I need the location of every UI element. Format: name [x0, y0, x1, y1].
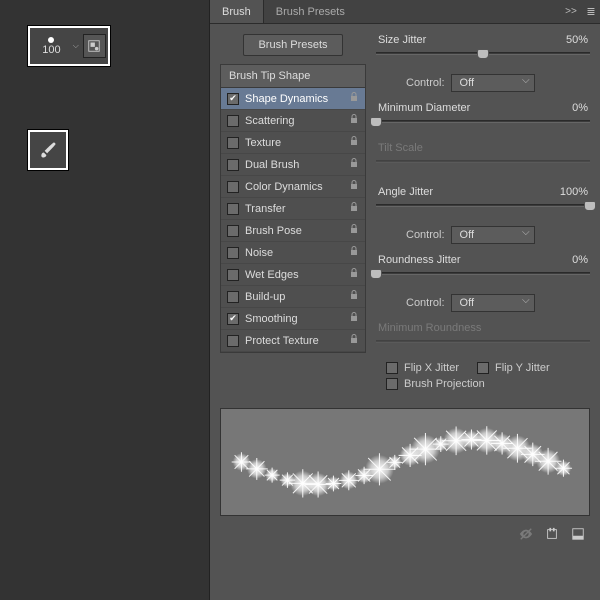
- lock-icon[interactable]: [347, 224, 361, 237]
- toggle-brush-panel-icon[interactable]: [83, 34, 106, 58]
- angle-control-row: Control: Off: [406, 226, 590, 244]
- min-diameter-value[interactable]: 0%: [572, 102, 588, 114]
- size-jitter-label: Size Jitter: [378, 34, 426, 46]
- min-roundness-label: Minimum Roundness: [378, 322, 481, 334]
- min-diameter-label: Minimum Diameter: [378, 102, 470, 114]
- brush-presets-button[interactable]: Brush Presets: [243, 34, 342, 56]
- lock-icon[interactable]: [347, 246, 361, 259]
- lock-icon[interactable]: [347, 158, 361, 171]
- brush-size-label: 100: [42, 44, 60, 56]
- lock-icon[interactable]: [347, 114, 361, 127]
- angle-jitter-label: Angle Jitter: [378, 186, 433, 198]
- option-protect-texture[interactable]: Protect Texture: [221, 330, 365, 352]
- chevron-down-icon: ⌵: [71, 41, 81, 51]
- option-scattering[interactable]: Scattering: [221, 110, 365, 132]
- brush-preview: 100: [32, 30, 71, 62]
- checkbox[interactable]: [227, 335, 239, 347]
- checkbox[interactable]: [227, 137, 239, 149]
- panel-footer: [210, 522, 600, 550]
- panel-tabbar: Brush Brush Presets >> ≣: [210, 0, 600, 24]
- panel-menu-icon[interactable]: ≣: [582, 0, 600, 23]
- angle-jitter-slider[interactable]: [376, 202, 590, 216]
- lock-icon[interactable]: [347, 268, 361, 281]
- roundness-control-row: Control: Off: [406, 294, 590, 312]
- collapse-icon[interactable]: >>: [560, 0, 582, 23]
- option-build-up[interactable]: Build-up: [221, 286, 365, 308]
- checkbox[interactable]: [227, 269, 239, 281]
- roundness-jitter-label: Roundness Jitter: [378, 254, 461, 266]
- lock-icon[interactable]: [347, 290, 361, 303]
- brush-options-list: Brush Tip Shape Shape DynamicsScattering…: [220, 64, 366, 353]
- checkbox[interactable]: [227, 181, 239, 193]
- roundness-jitter-slider[interactable]: [376, 270, 590, 284]
- option-dual-brush[interactable]: Dual Brush: [221, 154, 365, 176]
- angle-jitter-group: Angle Jitter 100%: [376, 186, 590, 216]
- checkbox[interactable]: [227, 115, 239, 127]
- min-diameter-slider[interactable]: [376, 118, 590, 132]
- dock-icon[interactable]: [570, 526, 586, 542]
- flip-x-jitter-checkbox[interactable]: Flip X Jitter: [386, 362, 459, 374]
- size-jitter-slider[interactable]: [376, 50, 590, 64]
- checkbox[interactable]: [227, 225, 239, 237]
- size-control-row: Control: Off: [406, 74, 590, 92]
- checkbox[interactable]: [227, 93, 239, 105]
- brush-tool-button[interactable]: [28, 130, 68, 170]
- new-preset-icon[interactable]: [544, 526, 560, 542]
- tab-brush[interactable]: Brush: [210, 0, 264, 23]
- option-brush-pose[interactable]: Brush Pose: [221, 220, 365, 242]
- checkbox[interactable]: [227, 313, 239, 325]
- checkbox[interactable]: [227, 203, 239, 215]
- size-jitter-value[interactable]: 50%: [566, 34, 588, 46]
- checkbox[interactable]: [227, 291, 239, 303]
- option-noise[interactable]: Noise: [221, 242, 365, 264]
- lock-icon[interactable]: [347, 202, 361, 215]
- option-color-dynamics[interactable]: Color Dynamics: [221, 176, 365, 198]
- checkbox[interactable]: [227, 159, 239, 171]
- lock-icon[interactable]: [347, 92, 361, 105]
- roundness-jitter-group: Roundness Jitter 0%: [376, 254, 590, 284]
- option-shape-dynamics[interactable]: Shape Dynamics: [221, 88, 365, 110]
- size-jitter-group: Size Jitter 50%: [376, 34, 590, 64]
- toggle-preview-icon[interactable]: [518, 526, 534, 542]
- lock-icon[interactable]: [347, 180, 361, 193]
- tab-brush-presets[interactable]: Brush Presets: [264, 0, 357, 23]
- roundness-control-select[interactable]: Off: [451, 294, 535, 312]
- option-smoothing[interactable]: Smoothing: [221, 308, 365, 330]
- angle-jitter-value[interactable]: 100%: [560, 186, 588, 198]
- option-texture[interactable]: Texture: [221, 132, 365, 154]
- tilt-scale-slider: [376, 158, 590, 172]
- flip-y-jitter-checkbox[interactable]: Flip Y Jitter: [477, 362, 550, 374]
- brush-preset-picker[interactable]: 100 ⌵: [28, 26, 110, 66]
- lock-icon[interactable]: [347, 334, 361, 347]
- angle-control-select[interactable]: Off: [451, 226, 535, 244]
- brush-stroke-preview: [220, 408, 590, 516]
- lock-icon[interactable]: [347, 312, 361, 325]
- option-transfer[interactable]: Transfer: [221, 198, 365, 220]
- brush-tip-shape-header[interactable]: Brush Tip Shape: [221, 65, 365, 88]
- brush-projection-checkbox[interactable]: Brush Projection: [386, 378, 485, 390]
- tilt-scale-label: Tilt Scale: [378, 142, 423, 154]
- roundness-jitter-value[interactable]: 0%: [572, 254, 588, 266]
- brush-panel: Brush Brush Presets >> ≣ Brush Presets B…: [210, 0, 600, 600]
- min-roundness-slider: [376, 338, 590, 352]
- option-wet-edges[interactable]: Wet Edges: [221, 264, 365, 286]
- min-roundness-group: Minimum Roundness: [376, 322, 590, 352]
- size-control-select[interactable]: Off: [451, 74, 535, 92]
- min-diameter-group: Minimum Diameter 0%: [376, 102, 590, 132]
- checkbox[interactable]: [227, 247, 239, 259]
- tilt-scale-group: Tilt Scale: [376, 142, 590, 172]
- lock-icon[interactable]: [347, 136, 361, 149]
